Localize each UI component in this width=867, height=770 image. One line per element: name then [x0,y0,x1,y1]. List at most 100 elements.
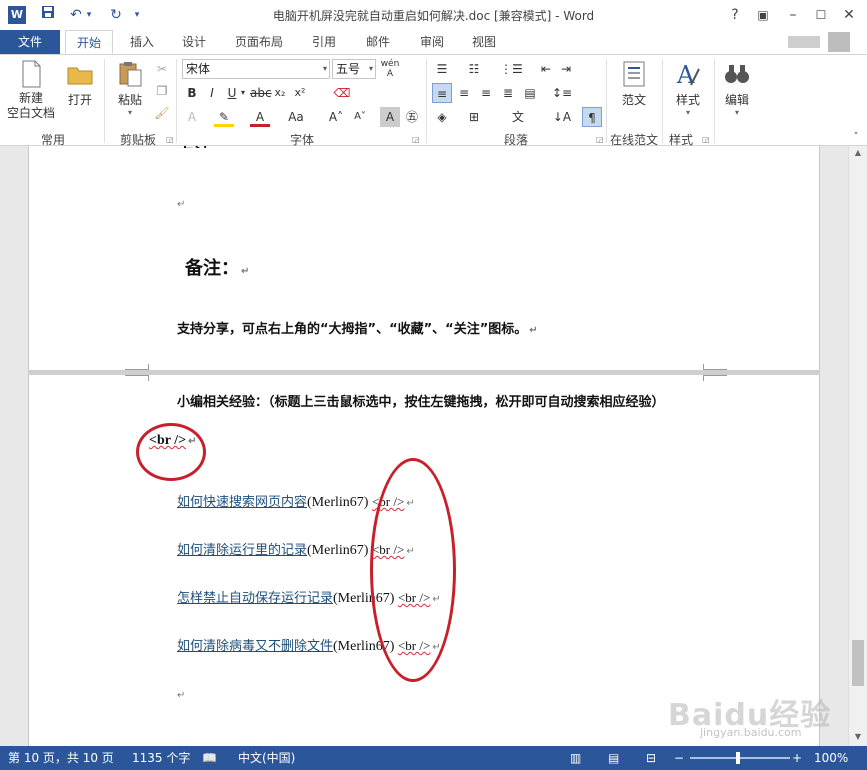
zoom-slider[interactable] [690,757,790,759]
zoom-in-icon[interactable]: + [792,746,802,770]
web-layout-icon[interactable]: ⊟ [646,746,656,770]
title-bar: W ↶ ▾ ↻ ▾ 电脑开机屏没完就自动重启如何解决.doc [兼容模式] - … [0,0,867,30]
related-link[interactable]: 如何清除病毒又不删除文件 [177,639,333,654]
distributed-icon[interactable]: ▤ [520,83,540,103]
clipboard-launcher-icon[interactable]: ◲ [166,135,174,144]
tab-view[interactable]: 视图 [462,30,506,54]
folder-icon [67,67,93,85]
char-shading-icon[interactable]: A [380,107,400,127]
asian-layout-icon[interactable]: 文 [508,107,528,127]
format-painter-icon[interactable]: 🖌 [152,103,172,123]
borders-icon[interactable]: ⊞ [464,107,484,127]
avatar[interactable] [828,32,850,52]
margin-corner [125,375,149,381]
multilevel-list-icon[interactable]: ⋮☰ [500,59,523,79]
edit-button[interactable]: 编辑 ▾ [718,59,756,117]
font-name-combo[interactable]: 宋体 ▾ [182,59,330,79]
annotation-circle [136,423,206,481]
align-right-icon[interactable]: ≡ [476,83,496,103]
collapse-ribbon-icon[interactable]: ˄ [846,127,866,147]
font-launcher-icon[interactable]: ◲ [412,135,420,144]
font-size-combo[interactable]: 五号 ▾ [332,59,376,79]
read-mode-icon[interactable]: ▥ [570,746,581,770]
grow-font-icon[interactable]: A˄ [326,107,346,127]
numbering-icon[interactable]: ☷ [464,59,484,79]
clear-format-icon[interactable]: ⌫ [332,83,352,103]
sample-doc-icon [623,61,645,87]
underline-dropdown-icon[interactable]: ▾ [238,83,248,103]
align-left-icon[interactable]: ≡ [432,83,452,103]
print-layout-icon[interactable]: ▤ [608,746,619,770]
align-center-icon[interactable]: ≡ [454,83,474,103]
language[interactable]: 中文(中国) [238,746,295,770]
paste-dropdown-icon[interactable]: ▾ [110,108,150,117]
shrink-font-icon[interactable]: A˅ [350,107,370,127]
help-button[interactable]: ? [722,4,748,26]
font-size-dropdown-icon[interactable]: ▾ [369,60,373,78]
tab-home[interactable]: 开始 [65,30,113,54]
increase-indent-icon[interactable]: ⇥ [556,59,576,79]
page-count[interactable]: 第 10 页，共 10 页 [8,746,114,770]
proofing-icon[interactable]: 📖 [202,746,217,770]
strikethrough-icon[interactable]: abc [250,83,272,103]
tab-review[interactable]: 审阅 [410,30,454,54]
bullets-icon[interactable]: ☰ [432,59,452,79]
scroll-thumb[interactable] [852,640,864,686]
enclose-char-icon[interactable]: ㊄ [402,107,422,127]
font-name-dropdown-icon[interactable]: ▾ [323,60,327,78]
styles-launcher-icon[interactable]: ◲ [702,135,710,144]
scroll-down-icon[interactable]: ▼ [849,730,867,744]
copy-icon[interactable]: ❐ [152,81,172,101]
user-name[interactable] [788,36,820,48]
bold-icon[interactable]: B [182,83,202,103]
vertical-scrollbar[interactable]: ▲ ▼ [848,146,867,746]
document-area[interactable]: 方法三 ↵ 备注：↵ 支持分享，可点右上角的“大拇指”、“收藏”、“关注”图标。… [0,146,848,746]
tab-mailings[interactable]: 邮件 [356,30,400,54]
highlight-icon[interactable]: ✎ [214,107,234,127]
superscript-icon[interactable]: x² [290,83,310,103]
subscript-icon[interactable]: x₂ [270,83,290,103]
text-effects-icon[interactable]: A [182,107,202,127]
related-link[interactable]: 怎样禁止自动保存运行记录 [177,591,333,606]
tab-layout[interactable]: 页面布局 [226,30,292,54]
show-marks-icon[interactable]: ¶ [582,107,602,127]
tab-references[interactable]: 引用 [304,30,344,54]
tab-design[interactable]: 设计 [172,30,216,54]
justify-icon[interactable]: ≣ [498,83,518,103]
paste-label: 粘贴 [117,93,142,107]
ribbon-display-icon[interactable]: ▣ [750,4,776,26]
zoom-slider-thumb[interactable] [736,752,740,764]
new-blank-label: 新建 空白文档 [6,91,55,120]
italic-icon[interactable]: I [202,83,222,103]
styles-dropdown-icon[interactable]: ▾ [668,108,708,117]
tab-insert[interactable]: 插入 [120,30,164,54]
change-case-icon[interactable]: Aa [282,107,310,127]
new-blank-button[interactable]: 新建 空白文档 [6,59,56,121]
scroll-up-icon[interactable]: ▲ [849,146,867,160]
shading-icon[interactable]: ◈ [432,107,452,127]
paragraph-launcher-icon[interactable]: ◲ [596,135,604,144]
sort-icon[interactable]: ↓A [552,107,572,127]
decrease-indent-icon[interactable]: ⇤ [536,59,556,79]
minimize-icon[interactable]: – [780,4,806,26]
styles-button[interactable]: A 样式 ▾ [668,59,708,117]
close-icon[interactable]: ✕ [836,4,862,26]
page-1[interactable]: 方法三 ↵ 备注：↵ 支持分享，可点右上角的“大拇指”、“收藏”、“关注”图标。… [28,146,820,370]
zoom-out-icon[interactable]: − [674,746,684,770]
related-link[interactable]: 如何快速搜索网页内容 [177,495,307,510]
paste-button[interactable]: 粘贴 ▾ [110,59,150,117]
styles-label: 样式 [675,93,700,107]
tab-file[interactable]: 文件 [0,30,60,54]
maximize-icon[interactable]: ☐ [808,4,834,26]
related-link[interactable]: 如何清除运行里的记录 [177,543,307,558]
cut-icon[interactable]: ✂ [152,59,172,79]
paragraph-mark: ↵ [177,690,186,701]
sample-button[interactable]: 范文 [612,59,656,108]
phonetic-guide-icon[interactable]: wén A [380,59,400,79]
line-spacing-icon[interactable]: ↕≡ [552,83,572,103]
open-button[interactable]: 打开 [60,59,100,108]
zoom-level[interactable]: 100% [814,746,848,770]
word-count[interactable]: 1135 个字 [132,746,190,770]
edit-dropdown-icon[interactable]: ▾ [718,108,756,117]
font-color-icon[interactable]: A [250,107,270,127]
